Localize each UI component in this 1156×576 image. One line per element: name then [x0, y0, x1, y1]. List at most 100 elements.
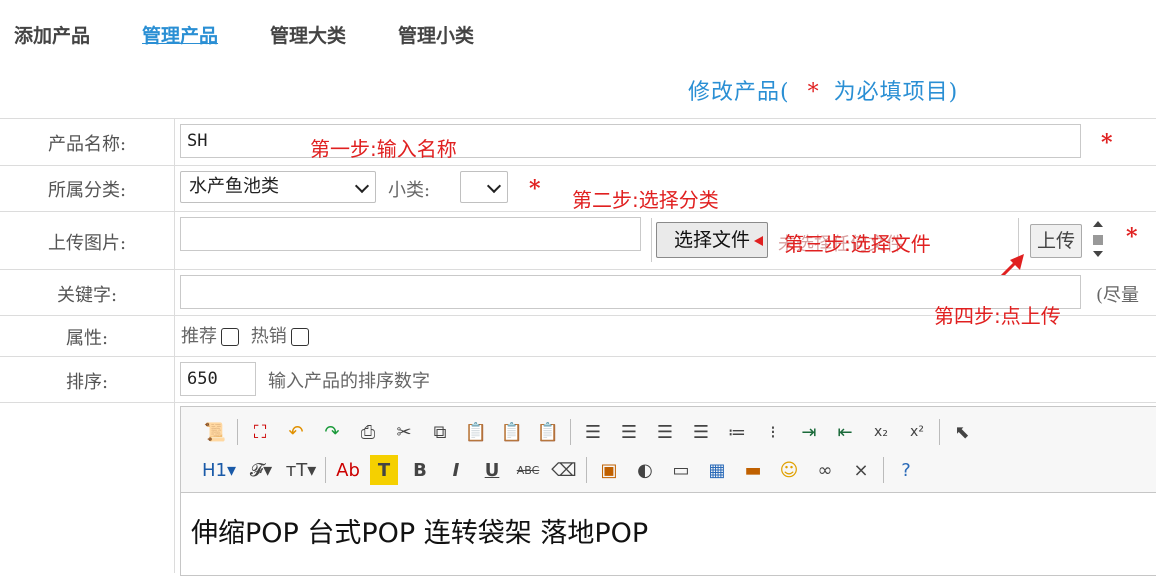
font-family-label: 𝓕: [249, 459, 264, 481]
media-icon[interactable]: ▭: [663, 455, 699, 485]
superscript-icon[interactable]: x²: [899, 417, 935, 447]
annotation-step-three: 第三步:选择文件: [784, 232, 931, 256]
recommend-label: 推荐: [181, 326, 217, 347]
nav-add-product[interactable]: 添加产品: [14, 21, 90, 48]
divider: [237, 419, 238, 445]
toolbar-row-2: H1 ▾ 𝓕 ▾ тT ▾ Ab T B I U ABC ⌫ ▣ ◐ ▭ ▦ ▬ ☺ …: [197, 453, 924, 487]
heading-icon[interactable]: H1 ▾: [197, 455, 241, 485]
hot-checkbox[interactable]: [290, 328, 309, 346]
source-icon[interactable]: 📜: [197, 417, 233, 447]
ordered-list-icon[interactable]: ≔: [719, 417, 755, 447]
align-left-icon[interactable]: ☰: [575, 417, 611, 447]
annotation-step-four: 第四步:点上传: [934, 304, 1061, 328]
category-select[interactable]: 水产鱼池类: [180, 171, 376, 203]
nav-manage-product[interactable]: 管理产品: [142, 21, 218, 48]
required-star-category: *: [529, 176, 541, 202]
nav-manage-category[interactable]: 管理大类: [270, 21, 346, 48]
spinner-down-icon[interactable]: [1093, 251, 1103, 257]
emoticon-icon[interactable]: ☺: [771, 455, 807, 485]
label-sort: 排序:: [65, 372, 109, 393]
text-color-icon[interactable]: Ab: [330, 455, 366, 485]
flash-icon[interactable]: ◐: [627, 455, 663, 485]
required-star-legend: *: [807, 80, 820, 105]
italic-icon[interactable]: I: [438, 455, 474, 485]
spinner-thumb: [1093, 235, 1103, 245]
underline-label: U: [484, 459, 500, 481]
image-icon[interactable]: ▣: [591, 455, 627, 485]
paste-word-icon[interactable]: 📋: [530, 417, 566, 447]
recommend-checkbox[interactable]: [221, 328, 239, 346]
column-divider: [174, 118, 175, 573]
bold-icon[interactable]: B: [402, 455, 438, 485]
label-product-name: 产品名称:: [47, 134, 127, 155]
redo-icon[interactable]: ↷: [314, 417, 350, 447]
label-attributes: 属性:: [65, 328, 109, 349]
highlight-icon[interactable]: T: [370, 455, 398, 485]
align-right-icon[interactable]: ☰: [647, 417, 683, 447]
attributes-group: 推荐 热销: [181, 322, 315, 348]
strikethrough-label: ABC: [516, 463, 540, 477]
annotation-step-two: 第二步:选择分类: [572, 188, 719, 212]
divider: [939, 419, 940, 445]
rich-text-editor: 📜 ⛶ ↶ ↷ ⎙ ✂ ⧉ 📋 📋 📋 ☰ ☰ ☰ ☰ ≔ ⁝ ⇥ ⇤ x₂ x…: [180, 406, 1156, 576]
label-subcategory: 小类:: [388, 180, 431, 201]
divider: [586, 457, 587, 483]
upload-button[interactable]: 上传: [1030, 224, 1082, 258]
editor-toolbar: 📜 ⛶ ↶ ↷ ⎙ ✂ ⧉ 📋 📋 📋 ☰ ☰ ☰ ☰ ≔ ⁝ ⇥ ⇤ x₂ x…: [181, 407, 1156, 493]
paste-icon[interactable]: 📋: [458, 417, 494, 447]
print-icon[interactable]: ⎙: [350, 417, 386, 447]
paste-text-icon[interactable]: 📋: [494, 417, 530, 447]
page-title: 修改产品( * 为必填项目): [688, 74, 958, 106]
cut-icon[interactable]: ✂: [386, 417, 422, 447]
divider: [325, 457, 326, 483]
select-pointer-icon[interactable]: ⬉: [944, 417, 980, 447]
nav-manage-subcategory[interactable]: 管理小类: [398, 21, 474, 48]
italic-label: I: [452, 459, 460, 481]
sort-input[interactable]: 650: [180, 362, 256, 396]
top-nav: 添加产品 管理产品 管理大类 管理小类: [14, 18, 526, 50]
font-size-label: тT: [285, 459, 308, 481]
strikethrough-icon[interactable]: ABC: [510, 455, 546, 485]
sort-hint: 输入产品的排序数字: [268, 371, 430, 392]
highlight-label: T: [377, 459, 391, 481]
spinner-up-icon[interactable]: [1093, 221, 1103, 227]
text-color-label: Ab: [336, 459, 360, 481]
link-icon[interactable]: ∞: [807, 455, 843, 485]
font-family-icon[interactable]: 𝓕 ▾: [241, 455, 281, 485]
upload-path-input[interactable]: [180, 217, 641, 251]
label-category: 所属分类:: [47, 180, 127, 201]
align-center-icon[interactable]: ☰: [611, 417, 647, 447]
editor-content[interactable]: 伸缩POP 台式POP 连转袋架 落地POP: [191, 511, 648, 550]
keywords-hint: (尽量: [1096, 285, 1140, 306]
help-icon[interactable]: ?: [888, 455, 924, 485]
subscript-icon[interactable]: x₂: [863, 417, 899, 447]
outdent-icon[interactable]: ⇤: [827, 417, 863, 447]
fullscreen-icon[interactable]: ⛶: [242, 417, 278, 447]
bold-label: B: [413, 459, 427, 481]
chevron-down-icon: [354, 178, 370, 194]
undo-icon[interactable]: ↶: [278, 417, 314, 447]
copy-icon[interactable]: ⧉: [422, 417, 458, 447]
underline-icon[interactable]: U: [474, 455, 510, 485]
subcategory-select[interactable]: [460, 171, 508, 203]
choose-file-button[interactable]: 选择文件: [656, 222, 768, 258]
required-star-upload: *: [1126, 224, 1138, 250]
unordered-list-icon[interactable]: ⁝: [755, 417, 791, 447]
font-size-icon[interactable]: тT ▾: [281, 455, 321, 485]
eraser-icon[interactable]: ⌫: [546, 455, 582, 485]
align-justify-icon[interactable]: ☰: [683, 417, 719, 447]
spinner-control[interactable]: [1090, 219, 1106, 261]
chevron-down-icon: [486, 178, 502, 194]
heading-label: H1: [201, 459, 227, 481]
divider: [883, 457, 884, 483]
unlink-icon[interactable]: ⨯: [843, 455, 879, 485]
label-keywords: 关键字:: [56, 285, 118, 306]
indent-icon[interactable]: ⇥: [791, 417, 827, 447]
horizontal-rule-icon[interactable]: ▬: [735, 455, 771, 485]
toolbar-row-1: 📜 ⛶ ↶ ↷ ⎙ ✂ ⧉ 📋 📋 📋 ☰ ☰ ☰ ☰ ≔ ⁝ ⇥ ⇤ x₂ x…: [197, 415, 980, 449]
label-upload: 上传图片:: [47, 233, 127, 254]
page-title-text: 修改产品(: [688, 80, 790, 105]
arrow-left-icon: [754, 236, 763, 246]
page-title-suffix: 为必填项目): [833, 80, 959, 105]
table-icon[interactable]: ▦: [699, 455, 735, 485]
